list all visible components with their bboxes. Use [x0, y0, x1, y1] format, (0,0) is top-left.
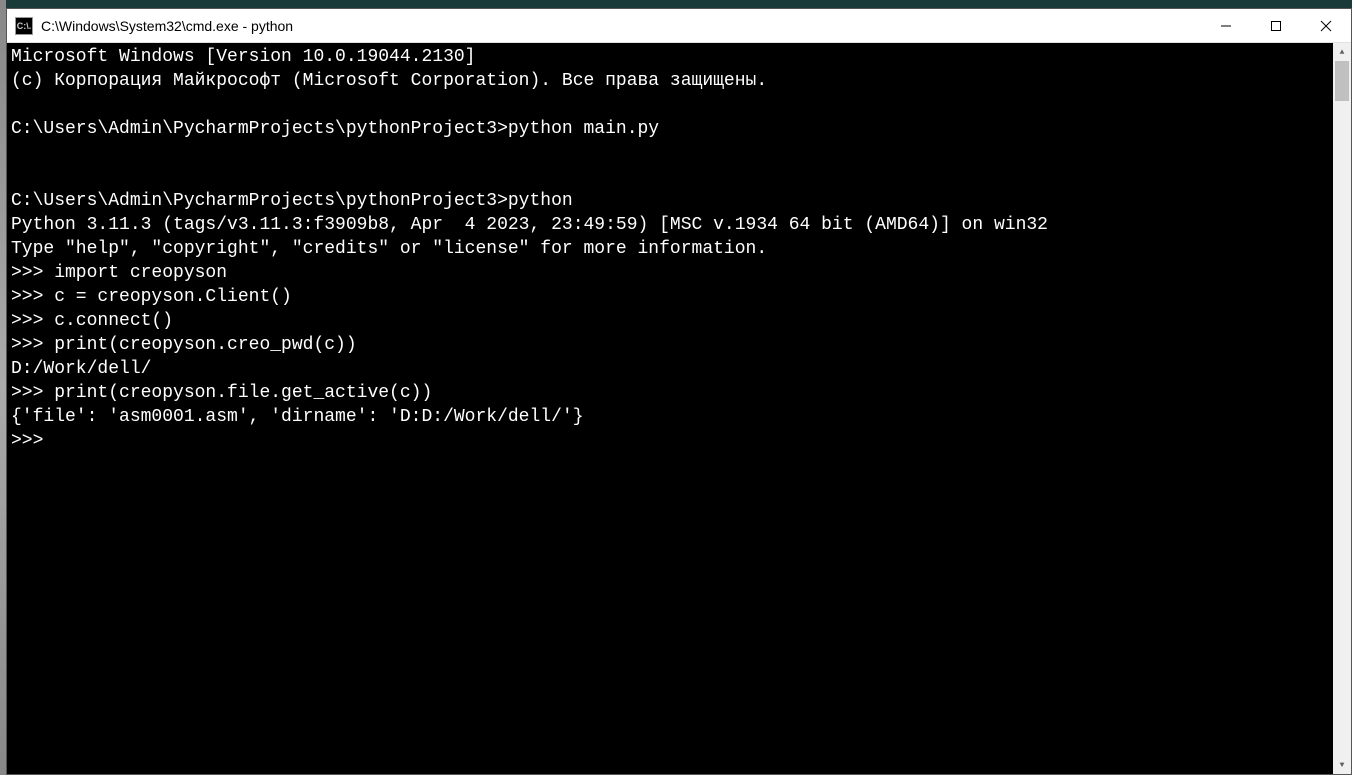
maximize-icon: [1270, 20, 1282, 32]
cmd-window: C:\. C:\Windows\System32\cmd.exe - pytho…: [6, 8, 1352, 775]
scrollbar-thumb[interactable]: [1335, 61, 1349, 101]
minimize-icon: [1220, 20, 1232, 32]
scrollbar-up-arrow[interactable]: ▲: [1333, 43, 1351, 61]
terminal-wrapper: Microsoft Windows [Version 10.0.19044.21…: [7, 43, 1351, 774]
close-icon: [1320, 20, 1332, 32]
scrollbar-down-arrow[interactable]: ▼: [1333, 756, 1351, 774]
terminal-output[interactable]: Microsoft Windows [Version 10.0.19044.21…: [7, 43, 1333, 774]
close-button[interactable]: [1301, 9, 1351, 42]
cmd-icon: C:\.: [15, 17, 33, 35]
vertical-scrollbar[interactable]: ▲ ▼: [1333, 43, 1351, 774]
scrollbar-track[interactable]: [1333, 61, 1351, 756]
window-controls: [1201, 9, 1351, 42]
titlebar[interactable]: C:\. C:\Windows\System32\cmd.exe - pytho…: [7, 9, 1351, 43]
window-title: C:\Windows\System32\cmd.exe - python: [41, 18, 1201, 34]
minimize-button[interactable]: [1201, 9, 1251, 42]
maximize-button[interactable]: [1251, 9, 1301, 42]
